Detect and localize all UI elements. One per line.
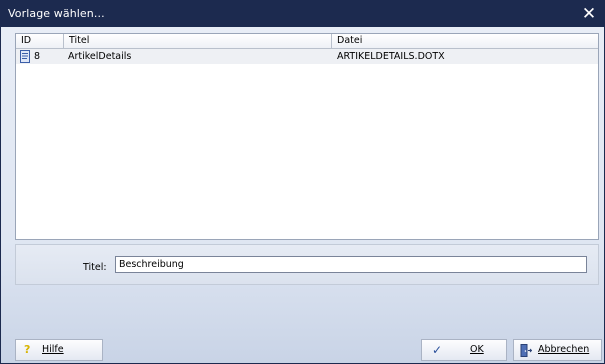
checkmark-icon: ✓ <box>432 343 443 357</box>
help-button[interactable]: ? Hilfe <box>15 339 103 361</box>
close-icon[interactable]: ✕ <box>580 4 598 24</box>
template-dialog: Vorlage wählen... ✕ ID Titel Datei 8 Art… <box>0 0 605 364</box>
column-header-datei[interactable]: Datei <box>332 34 598 48</box>
ok-button-label: OK <box>470 344 484 355</box>
titel-input[interactable] <box>115 256 587 273</box>
ok-button[interactable]: ✓ OK <box>421 339 507 361</box>
template-list[interactable]: ID Titel Datei 8 ArtikelDetails ARTIKELD… <box>15 33 599 240</box>
title-bar[interactable]: Vorlage wählen... ✕ <box>1 1 604 27</box>
column-header-titel[interactable]: Titel <box>64 34 332 48</box>
cell-datei: ARTIKELDETAILS.DOTX <box>337 51 445 62</box>
cancel-button-label: Abbrechen <box>538 344 590 355</box>
help-button-label: Hilfe <box>42 344 64 355</box>
document-icon <box>20 50 30 63</box>
cell-id: 8 <box>34 51 41 62</box>
window-title: Vorlage wählen... <box>8 7 105 20</box>
list-row[interactable]: 8 ArtikelDetails ARTIKELDETAILS.DOTX <box>16 49 598 64</box>
titel-label: Titel: <box>83 262 107 273</box>
cell-titel: ArtikelDetails <box>68 51 132 62</box>
column-header-id[interactable]: ID <box>16 34 64 48</box>
cancel-button[interactable]: Abbrechen <box>513 339 602 361</box>
help-icon: ? <box>24 343 31 356</box>
list-header: ID Titel Datei <box>16 34 598 49</box>
exit-door-icon <box>520 344 532 357</box>
